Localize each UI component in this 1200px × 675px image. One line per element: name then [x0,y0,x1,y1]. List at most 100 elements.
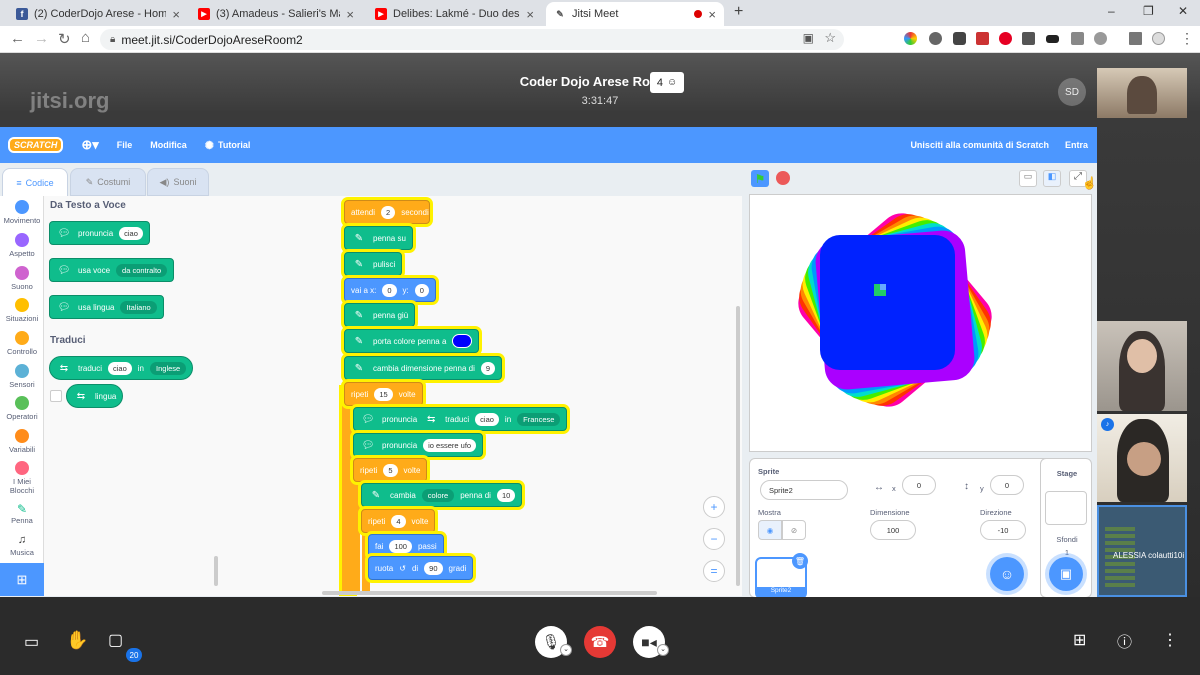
participant-video[interactable] [1097,321,1187,411]
block-pen-up[interactable]: ✎ penna su [344,226,413,250]
stage-thumbnail[interactable] [1045,491,1087,525]
block-set-language[interactable]: 💬︎ usa lingua Italiano [49,295,164,319]
back-icon[interactable]: ← [10,30,25,47]
block-input[interactable]: 0 [414,283,429,297]
tab-close-icon[interactable]: × [526,7,534,22]
browser-tab[interactable]: ▶ (3) Amadeus - Salieri's March is s × [190,2,362,26]
block-change-pen-color[interactable]: ✎ cambia colore penna di 10 [361,483,523,507]
scratch-logo[interactable]: SCRATCH [8,137,64,153]
browser-tab[interactable]: ▶ Delibes: Lakmé - Duo des fleurs ( × [367,2,542,26]
palette-scrollbar[interactable] [214,556,218,586]
choose-backdrop-button[interactable]: ▣ [1049,557,1083,591]
category-looks[interactable]: Aspetto [0,233,44,258]
home-icon[interactable]: ⌂ [81,29,90,46]
show-visible-button[interactable]: ◉ [758,520,782,540]
block-pen-down[interactable]: ✎ penna giù [344,303,416,327]
extension-icon[interactable] [1022,32,1035,45]
tab-close-icon[interactable]: × [708,7,716,22]
tab-close-icon[interactable]: × [346,7,354,22]
block-repeat[interactable]: ripeti 4 volte [361,509,436,533]
sign-in-link[interactable]: Entra [1065,140,1088,150]
extension-icon[interactable] [929,32,942,45]
trash-icon[interactable]: 🗑︎ [792,553,808,569]
extension-icon[interactable] [1046,35,1059,43]
block-dropdown[interactable]: colore [421,488,455,502]
menu-edit[interactable]: Modifica [150,140,187,150]
participant-screen-share[interactable]: ALESSIA colautti10i [1097,505,1187,597]
block-speak[interactable]: 💬︎ pronuncia io essere ufo [353,433,484,457]
browser-tab-active[interactable]: ✎ Jitsi Meet × [546,2,724,26]
stop-button[interactable] [776,171,790,185]
new-tab-button[interactable]: + [734,3,743,21]
category-variables[interactable]: Variabili [0,429,44,454]
reporter-checkbox[interactable] [50,390,62,402]
block-input[interactable]: 10 [496,488,516,502]
extension-icon[interactable] [1094,32,1107,45]
block-turn-left[interactable]: ruota ↺ di 90 gradi [368,556,474,580]
tab-code[interactable]: ≡ Codice [2,168,68,196]
x-input[interactable]: 0 [902,475,936,495]
y-input[interactable]: 0 [990,475,1024,495]
minimize-button[interactable]: – [1108,4,1115,18]
zoom-in-button[interactable]: + [703,496,725,518]
menu-tutorial[interactable]: Tutorial [218,140,250,150]
url-input[interactable]: 🔒︎ meet.jit.si/CoderDojoAreseRoom2 ▣ ☆ [100,29,844,50]
menu-file[interactable]: File [117,140,133,150]
category-sensing[interactable]: Sensori [0,364,44,389]
tab-sounds[interactable]: ◀) Suoni [147,168,209,196]
menu-kebab-icon[interactable]: ⋮ [1180,30,1194,47]
extension-icon[interactable] [1071,32,1084,45]
info-icon[interactable]: ⓘ [1117,631,1132,652]
hangup-button[interactable]: ☎ [584,626,616,658]
chevron-down-icon[interactable]: ⌄ [657,644,669,656]
block-input[interactable]: 100 [389,539,412,553]
block-set-voice[interactable]: 💬︎ usa voce da contralto [49,258,175,282]
zoom-reset-button[interactable]: = [703,560,725,582]
forward-icon[interactable]: → [34,30,49,47]
category-events[interactable]: Situazioni [0,298,44,323]
block-move-steps[interactable]: fai 100 passi [368,534,444,558]
block-translate[interactable]: ⇆ traduci ciao in Inglese [49,356,194,380]
participant-video[interactable]: ♪ [1097,414,1187,502]
more-options-icon[interactable]: ⋮ [1162,630,1178,650]
show-hidden-button[interactable]: ⊘ [782,520,806,540]
chevron-down-icon[interactable]: ⌄ [560,644,572,656]
category-motion[interactable]: Movimento [0,200,44,225]
join-scratch-link[interactable]: Unisciti alla comunità di Scratch [910,140,1049,150]
size-input[interactable]: 100 [870,520,916,540]
block-dropdown[interactable]: Inglese [150,361,187,375]
block-dropdown[interactable]: Italiano [120,300,157,314]
green-flag-button[interactable]: ⚑ [751,170,769,187]
large-stage-button[interactable]: ◧ [1043,170,1061,187]
block-clear[interactable]: ✎ pulisci [344,252,403,276]
pinterest-icon[interactable] [999,32,1012,45]
tab-close-icon[interactable]: × [172,7,180,22]
block-repeat[interactable]: ripeti 5 volte [353,458,428,482]
block-language[interactable]: ⇆ lingua [66,384,124,408]
tile-view-icon[interactable]: ⊞ [1073,630,1086,650]
small-stage-button[interactable]: ▭ [1019,170,1037,187]
block-input[interactable]: 5 [383,463,398,477]
block-speak-translate[interactable]: 💬︎ pronuncia ⇆ traduci ciao in Francese [353,407,568,431]
pdf-extension-icon[interactable] [976,32,989,45]
block-goto-xy[interactable]: vai a x: 0 y: 0 [344,278,436,302]
block-input[interactable]: ciao [475,412,499,426]
close-window-button[interactable]: ✕ [1178,4,1188,18]
globe-icon[interactable]: ⊕▾ [81,137,98,153]
block-input[interactable]: 4 [391,514,406,528]
block-input[interactable]: 2 [381,205,396,219]
block-input[interactable]: 15 [374,387,393,401]
block-repeat[interactable]: ripeti 15 volte [344,382,423,406]
category-pen[interactable]: ✎ Penna [0,502,44,525]
block-input[interactable]: io essere ufo [423,438,477,452]
block-wait[interactable]: attendi 2 secondi [344,200,430,224]
block-input[interactable]: 9 [480,361,496,375]
block-input[interactable]: 90 [424,561,443,575]
extension-icon[interactable] [904,32,917,45]
block-dropdown[interactable]: da contralto [116,263,168,277]
browser-tab[interactable]: f (2) CoderDojo Arese - Home × [8,2,188,26]
block-dropdown[interactable]: Francese [517,412,561,426]
block-change-pen-size[interactable]: ✎ cambia dimensione penna di 9 [344,356,503,380]
chat-icon[interactable]: ▢ [108,630,123,650]
block-set-pen-color[interactable]: ✎ porta colore penna a [344,329,480,353]
